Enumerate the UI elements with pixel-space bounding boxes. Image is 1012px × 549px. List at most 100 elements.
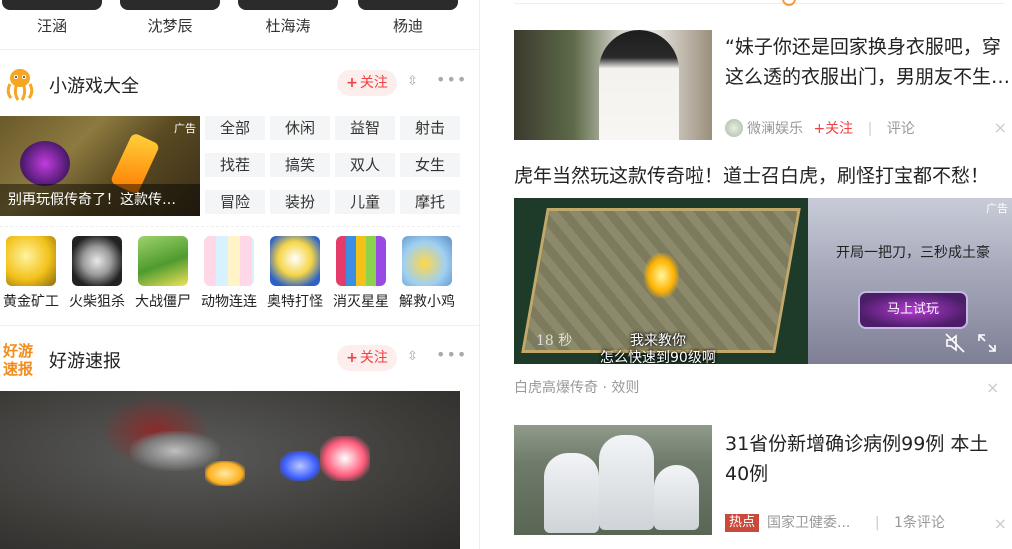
meta-divider: |: [867, 121, 873, 137]
category-tag[interactable]: 休闲: [270, 116, 330, 140]
category-tag[interactable]: 儿童: [335, 190, 395, 214]
svg-text:速报: 速报: [3, 360, 33, 377]
ad-tag: 广告: [174, 122, 196, 135]
news-item[interactable]: “妹子你还是回家换身衣服吧，穿这么透的衣服出门，男朋友不生… 微澜娱乐 +关注 …: [514, 30, 1012, 142]
ad-tag: 广告: [986, 202, 1008, 215]
mini-game-label[interactable]: 动物连连: [198, 291, 260, 311]
ad-side-panel[interactable]: 广告 开局一把刀，三秒成土豪 马上试玩: [808, 198, 1012, 364]
plus-icon: +: [346, 350, 358, 366]
mini-game-label[interactable]: 奥特打怪: [264, 291, 326, 311]
mini-game-label[interactable]: 消灭星星: [330, 291, 392, 311]
video-art: [644, 253, 679, 298]
divider: [0, 325, 479, 326]
divider: [0, 226, 460, 227]
category-tag[interactable]: 双人: [335, 153, 395, 177]
games-section-header: 小游戏大全 + 关注 ⇳ •••: [0, 64, 479, 104]
left-column: 汪涵 沈梦辰 杜海涛 杨迪 小游戏大全 + 关注 ⇳ ••• 广告 别再玩假传奇…: [0, 0, 480, 549]
haoyou-section-header: 好游 速报 好游速报 + 关注 ⇳ •••: [0, 339, 479, 379]
news-item[interactable]: 31省份新增确诊病例99例 本土40例 热点 国家卫健委... | 1条评论 ×: [514, 425, 1012, 537]
close-icon[interactable]: ×: [994, 118, 1007, 137]
person-card[interactable]: 汪涵: [2, 0, 102, 36]
mini-game-label[interactable]: 黄金矿工: [0, 291, 62, 311]
meta-divider: |: [874, 515, 880, 531]
ad-title[interactable]: 虎年当然玩这款传奇啦！道士召白虎，刷怪打宝都不愁！: [514, 161, 989, 188]
person-photo[interactable]: [358, 0, 458, 10]
mini-game[interactable]: 解救小鸡: [396, 236, 458, 311]
category-tag[interactable]: 射击: [400, 116, 460, 140]
people-row: 汪涵 沈梦辰 杜海涛 杨迪: [0, 0, 479, 50]
rescue-chick-icon[interactable]: [402, 236, 452, 286]
comment-link[interactable]: 1条评论: [894, 515, 945, 531]
mini-game-label[interactable]: 大战僵尸: [132, 291, 194, 311]
stickman-sniper-icon[interactable]: [72, 236, 122, 286]
gold-miner-icon[interactable]: [6, 236, 56, 286]
person-photo[interactable]: [120, 0, 220, 10]
haoyou-logo-icon[interactable]: 好游 速报: [2, 341, 38, 377]
mini-game[interactable]: 大战僵尸: [132, 236, 194, 311]
more-icon[interactable]: •••: [436, 345, 467, 364]
try-now-button[interactable]: 马上试玩: [858, 291, 968, 329]
fullscreen-icon[interactable]: [976, 332, 998, 354]
news-source[interactable]: 国家卫健委...: [767, 515, 850, 531]
mini-game[interactable]: 动物连连: [198, 236, 260, 311]
category-tag[interactable]: 搞笑: [270, 153, 330, 177]
haoyou-section-title[interactable]: 好游速报: [49, 347, 121, 373]
mini-game-label[interactable]: 解救小鸡: [396, 291, 458, 311]
close-icon[interactable]: ×: [994, 514, 1007, 533]
person-card[interactable]: 杜海涛: [238, 0, 338, 36]
news-title[interactable]: “妹子你还是回家换身衣服吧，穿这么透的衣服出门，男朋友不生…: [725, 32, 1010, 92]
person-photo[interactable]: [2, 0, 102, 10]
game-ad-banner[interactable]: 广告 别再玩假传奇了！这款传…: [0, 116, 200, 216]
person-photo[interactable]: [238, 0, 338, 10]
video-subtitle: 怎么快速到90级啊: [600, 350, 716, 364]
follow-button[interactable]: + 关注: [337, 70, 397, 96]
thumbnail-art: [654, 465, 699, 530]
mute-icon[interactable]: [944, 332, 966, 354]
mini-game[interactable]: 火柴狙杀: [66, 236, 128, 311]
zombie-battle-icon[interactable]: [138, 236, 188, 286]
person-card[interactable]: 沈梦辰: [120, 0, 220, 36]
person-name[interactable]: 汪涵: [2, 15, 102, 36]
mini-game[interactable]: 奥特打怪: [264, 236, 326, 311]
svg-text:好游: 好游: [2, 342, 33, 360]
octopus-logo-icon[interactable]: [2, 66, 38, 102]
ultraman-icon[interactable]: [270, 236, 320, 286]
ad-meta[interactable]: 白虎高爆传奇 · 效则: [514, 377, 639, 397]
swap-icon[interactable]: ⇳: [407, 74, 418, 89]
comment-link[interactable]: 评论: [887, 121, 915, 137]
follow-label: 关注: [359, 75, 388, 91]
news-title[interactable]: 31省份新增确诊病例99例 本土40例: [725, 429, 1010, 489]
news-meta: 热点 国家卫健委... | 1条评论: [725, 512, 945, 532]
ad-caption[interactable]: 别再玩假传奇了！这款传…: [0, 184, 200, 216]
news-thumbnail[interactable]: [514, 30, 712, 140]
more-icon[interactable]: •••: [436, 70, 467, 89]
source-avatar[interactable]: [725, 119, 743, 137]
category-tag[interactable]: 益智: [335, 116, 395, 140]
game-video-thumbnail[interactable]: [0, 391, 460, 549]
news-source[interactable]: 微澜娱乐: [747, 121, 803, 137]
follow-link[interactable]: +关注: [813, 121, 853, 137]
category-tag[interactable]: 女生: [400, 153, 460, 177]
mini-game-label[interactable]: 火柴狙杀: [66, 291, 128, 311]
games-section-title[interactable]: 小游戏大全: [49, 72, 139, 98]
swap-icon[interactable]: ⇳: [407, 349, 418, 364]
pop-stars-icon[interactable]: [336, 236, 386, 286]
category-tag[interactable]: 全部: [205, 116, 265, 140]
ad-video[interactable]: 18 秒 我来教你 怎么快速到90级啊: [514, 198, 808, 364]
animal-link-icon[interactable]: [204, 236, 254, 286]
person-name[interactable]: 杜海涛: [238, 15, 338, 36]
person-card[interactable]: 杨迪: [358, 0, 458, 36]
category-tag[interactable]: 摩托: [400, 190, 460, 214]
news-thumbnail[interactable]: [514, 425, 712, 535]
follow-button[interactable]: + 关注: [337, 345, 397, 371]
mini-game[interactable]: 黄金矿工: [0, 236, 62, 311]
category-tag[interactable]: 冒险: [205, 190, 265, 214]
person-name[interactable]: 杨迪: [358, 15, 458, 36]
person-name[interactable]: 沈梦辰: [120, 15, 220, 36]
category-tag[interactable]: 找茬: [205, 153, 265, 177]
thumbnail-art: [599, 30, 679, 140]
close-icon[interactable]: ×: [986, 378, 999, 397]
mini-game[interactable]: 消灭星星: [330, 236, 392, 311]
news-meta: 微澜娱乐 +关注 | 评论: [725, 118, 915, 138]
category-tag[interactable]: 装扮: [270, 190, 330, 214]
